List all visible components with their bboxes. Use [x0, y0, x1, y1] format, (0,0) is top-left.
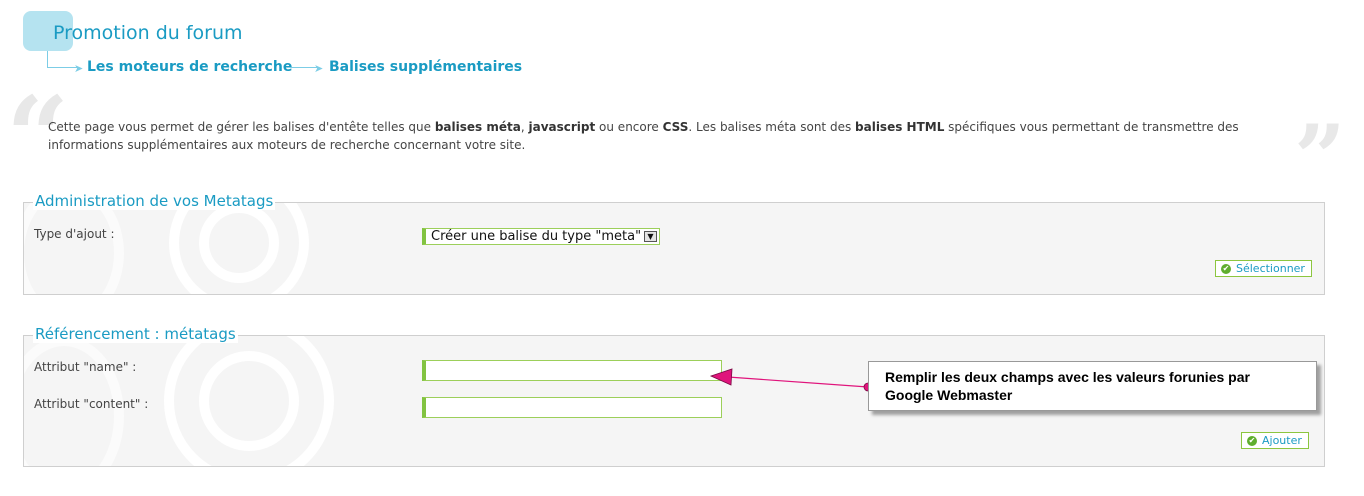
annotation-arrow [709, 368, 873, 392]
annotation-callout: Remplir les deux champs avec les valeurs… [868, 361, 1317, 411]
